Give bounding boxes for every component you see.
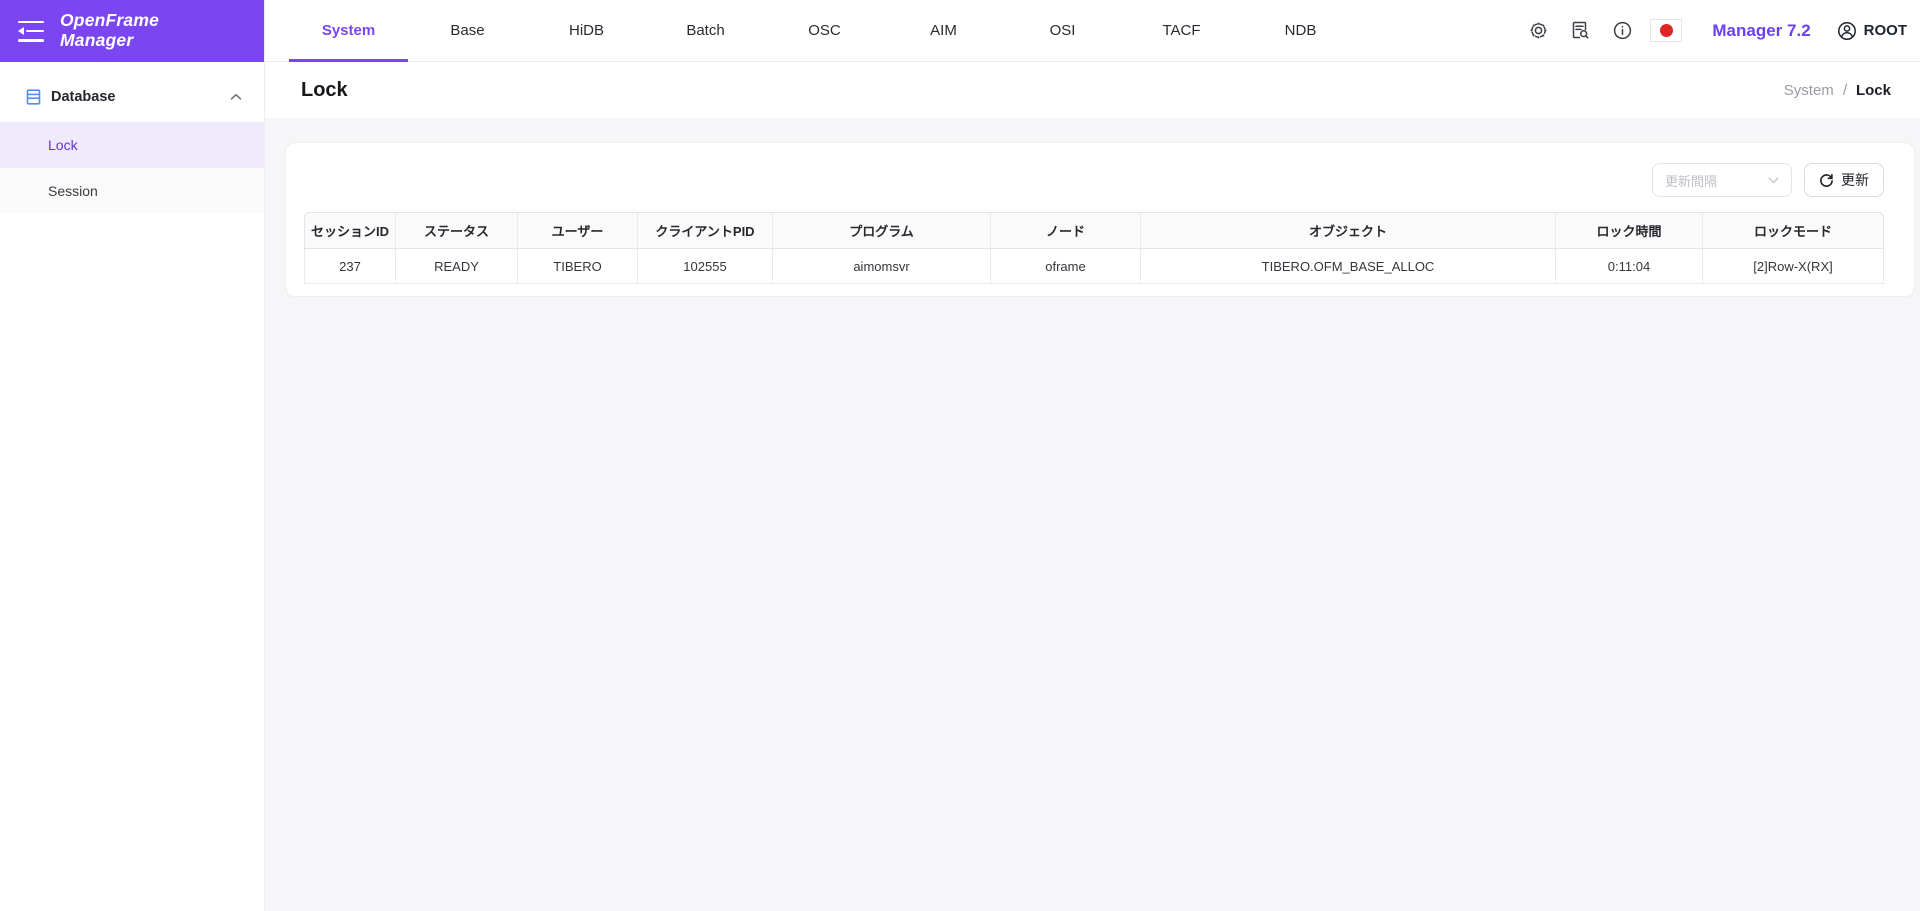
breadcrumb: System / Lock [1784,82,1891,99]
sidebar-item-lock-label: Lock [48,137,78,153]
cell-status: READY [396,249,518,284]
content-area: 更新間隔 更新 セッションID ステータス ユーザー クライアントPID プログ… [265,118,1920,911]
tab-base[interactable]: Base [408,0,527,61]
tab-system[interactable]: System [289,0,408,62]
cell-session-id: 237 [304,249,396,284]
tab-tacf[interactable]: TACF [1122,0,1241,61]
cell-client-pid: 102555 [638,249,773,284]
document-search-icon[interactable] [1562,13,1598,49]
user-name: ROOT [1863,22,1907,39]
col-lock-mode: ロックモード [1703,212,1884,249]
tab-osi[interactable]: OSI [1003,0,1122,61]
app-logo: OpenFrame Manager [60,11,159,50]
user-icon [1837,21,1857,41]
col-session-id: セッションID [304,212,396,249]
burger-line-short [26,29,44,33]
app-version: Manager 7.2 [1712,20,1811,40]
refresh-icon [1819,173,1834,188]
table-header-row: セッションID ステータス ユーザー クライアントPID プログラム ノード オ… [304,212,1884,249]
tab-aim[interactable]: AIM [884,0,1003,61]
app-root: OpenFrame Manager Database Lock Session … [0,0,1920,911]
tab-ndb[interactable]: NDB [1241,0,1360,61]
col-node: ノード [991,212,1141,249]
lock-table: セッションID ステータス ユーザー クライアントPID プログラム ノード オ… [304,212,1884,284]
brand-header: OpenFrame Manager [0,0,264,62]
col-object: オブジェクト [1141,212,1556,249]
col-client-pid: クライアントPID [638,212,773,249]
tab-batch[interactable]: Batch [646,0,765,61]
logo-line2: Manager [60,30,134,50]
tab-osc[interactable]: OSC [765,0,884,61]
breadcrumb-current: Lock [1855,81,1891,99]
col-user: ユーザー [518,212,638,249]
burger-arrow [18,27,24,35]
table-row[interactable]: 237 READY TIBERO 102555 aimomsvr oframe … [304,249,1884,284]
table-controls: 更新間隔 更新 [304,163,1884,197]
logo-line1: OpenFrame [60,10,160,31]
sidebar-section-database[interactable]: Database [0,72,264,122]
page-title: Lock [301,78,348,101]
col-status: ステータス [396,212,518,249]
burger-line-mid [18,27,44,35]
sidebar-item-lock[interactable]: Lock [0,122,264,168]
chevron-down-icon [1768,177,1779,184]
sidebar-collapse-icon[interactable] [18,20,44,42]
sidebar-item-session-label: Session [48,183,98,199]
cell-object: TIBERO.OFM_BASE_ALLOC [1141,249,1556,284]
breadcrumb-separator: / [1842,81,1847,99]
chevron-up-icon [230,93,242,101]
burger-line-top [18,20,44,23]
japan-flag-icon[interactable] [1650,19,1683,42]
refresh-button-label: 更新 [1841,172,1869,188]
cell-lock-mode: [2]Row-X(RX] [1703,249,1884,284]
refresh-interval-select[interactable]: 更新間隔 [1652,163,1792,197]
lock-panel: 更新間隔 更新 セッションID ステータス ユーザー クライアントPID プログ… [285,142,1915,297]
sidebar-menu: Database Lock Session [0,62,264,214]
breadcrumb-parent[interactable]: System [1784,82,1834,99]
nav-tabs: System Base HiDB Batch OSC AIM OSI TACF … [289,0,1360,62]
cell-node: oframe [991,249,1141,284]
sidebar: OpenFrame Manager Database Lock Session [0,0,265,911]
sidebar-item-session[interactable]: Session [0,168,264,214]
gear-icon[interactable] [1520,13,1556,49]
top-navigation: System Base HiDB Batch OSC AIM OSI TACF … [265,0,1920,62]
user-menu[interactable]: ROOT [1837,21,1907,41]
flag-red-circle [1659,24,1673,37]
info-icon[interactable] [1604,13,1640,49]
refresh-button[interactable]: 更新 [1804,163,1884,197]
cell-lock-time: 0:11:04 [1556,249,1703,284]
main-area: System Base HiDB Batch OSC AIM OSI TACF … [265,0,1920,911]
database-icon [26,89,41,105]
title-bar: Lock System / Lock [265,62,1920,118]
tab-hidb[interactable]: HiDB [527,0,646,61]
refresh-interval-placeholder: 更新間隔 [1665,173,1718,189]
col-lock-time: ロック時間 [1556,212,1703,249]
sidebar-section-label: Database [51,89,116,105]
cell-user: TIBERO [518,249,638,284]
burger-line-bottom [18,39,44,42]
col-program: プログラム [773,212,991,249]
cell-program: aimomsvr [773,249,991,284]
